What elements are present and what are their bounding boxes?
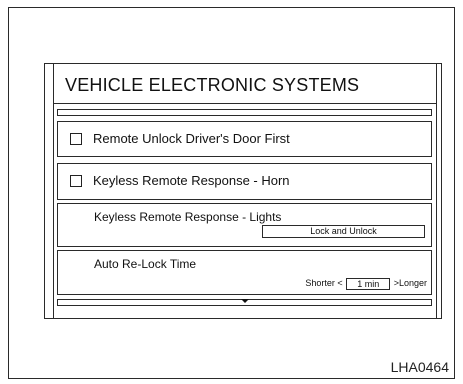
setting-label: Remote Unlock Driver's Door First bbox=[93, 131, 290, 146]
page-title: VEHICLE ELECTRONIC SYSTEMS bbox=[65, 75, 360, 95]
lights-mode-value[interactable]: Lock and Unlock bbox=[262, 225, 425, 238]
longer-label[interactable]: >Longer bbox=[394, 278, 427, 288]
scroll-up-bar[interactable] bbox=[57, 109, 432, 116]
checkbox-unchecked-icon[interactable] bbox=[70, 175, 82, 187]
figure-frame: VEHICLE ELECTRONIC SYSTEMS Remote Unlock… bbox=[8, 7, 455, 379]
relock-time-value: 1 min bbox=[346, 277, 391, 290]
setting-label: Auto Re-Lock Time bbox=[94, 257, 197, 271]
scroll-down-bar[interactable] bbox=[57, 299, 432, 306]
checkbox-unchecked-icon[interactable] bbox=[70, 133, 82, 145]
setting-label: Keyless Remote Response - Lights bbox=[94, 210, 282, 224]
display-screen: VEHICLE ELECTRONIC SYSTEMS Remote Unlock… bbox=[44, 63, 442, 319]
figure-code: LHA0464 bbox=[390, 359, 449, 375]
setting-label: Keyless Remote Response - Horn bbox=[93, 173, 290, 188]
setting-keyless-remote-response-lights[interactable]: Keyless Remote Response - Lights Lock an… bbox=[57, 203, 432, 247]
relock-time-stepper[interactable]: Shorter < 1 min >Longer bbox=[305, 276, 427, 290]
title-divider bbox=[53, 103, 437, 104]
shorter-label[interactable]: Shorter < bbox=[305, 278, 342, 288]
setting-auto-relock-time[interactable]: Auto Re-Lock Time Shorter < 1 min >Longe… bbox=[57, 250, 432, 295]
down-triangle-icon[interactable] bbox=[240, 299, 249, 303]
setting-keyless-remote-response-horn[interactable]: Keyless Remote Response - Horn bbox=[57, 163, 432, 200]
setting-remote-unlock-driver-door-first[interactable]: Remote Unlock Driver's Door First bbox=[57, 121, 432, 157]
